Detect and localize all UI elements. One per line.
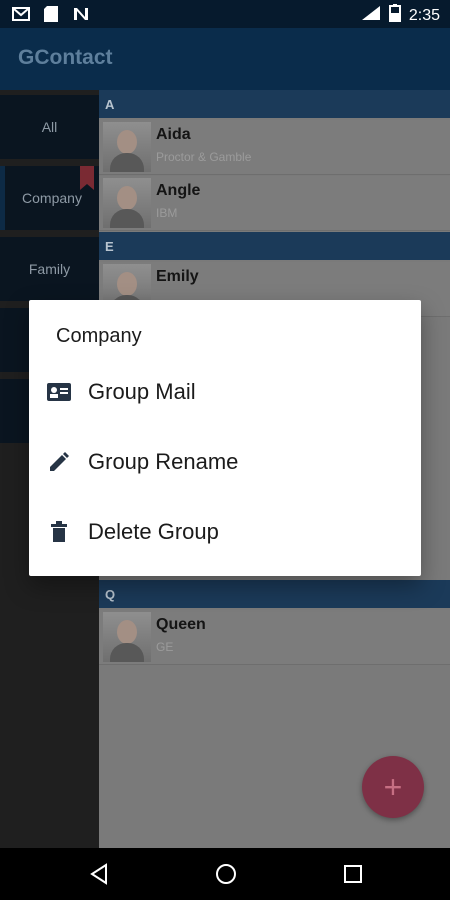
menu-label: Group Rename — [88, 449, 239, 474]
menu-label: Delete Group — [88, 519, 219, 544]
section-header: Q — [99, 580, 450, 608]
n-icon — [72, 6, 90, 22]
gmail-icon — [12, 6, 30, 22]
contact-company: Proctor & Gamble — [156, 150, 252, 164]
battery-icon — [388, 4, 401, 27]
sidebar-item-company[interactable]: Company — [0, 166, 99, 230]
recents-icon[interactable] — [341, 862, 365, 886]
avatar — [103, 178, 151, 228]
contact-row-angle[interactable]: Angle IBM — [99, 176, 450, 231]
avatar — [103, 612, 151, 662]
contact-card-icon — [45, 380, 73, 404]
delete-group-option[interactable]: Delete Group — [29, 498, 421, 568]
contact-name: Aida — [156, 126, 191, 143]
sidebar-item-family[interactable]: Family — [0, 237, 99, 301]
app-bar: GContact — [0, 28, 450, 90]
home-icon[interactable] — [214, 862, 238, 886]
status-bar: 2:35 — [0, 0, 450, 28]
trash-icon — [45, 520, 73, 544]
avatar — [103, 122, 151, 172]
contact-company: IBM — [156, 206, 178, 220]
contact-row-aida[interactable]: Aida Proctor & Gamble — [99, 120, 450, 175]
sidebar-item-label: Company — [22, 190, 82, 206]
contact-name: Emily — [156, 268, 199, 285]
group-options-dialog: Company Group Mail Group Rename Delete G… — [29, 300, 421, 576]
section-header: E — [99, 232, 450, 260]
add-contact-button[interactable]: + — [362, 756, 424, 818]
sidebar-item-all[interactable]: All — [0, 95, 99, 159]
contact-company: GE — [156, 640, 174, 654]
group-rename-option[interactable]: Group Rename — [29, 428, 421, 498]
group-mail-option[interactable]: Group Mail — [29, 358, 421, 428]
menu-label: Group Mail — [88, 379, 196, 404]
sidebar-item-label: All — [41, 119, 58, 135]
plus-icon: + — [383, 768, 403, 805]
bookmark-icon — [80, 166, 94, 190]
status-time: 2:35 — [408, 6, 440, 24]
section-letter: A — [105, 97, 115, 112]
section-letter: Q — [105, 587, 116, 602]
back-icon[interactable] — [87, 862, 111, 886]
sidebar-item-label: Family — [28, 261, 71, 277]
status-icons-left — [12, 6, 90, 22]
signal-icon — [361, 5, 381, 26]
status-icons-right: 2:35 — [361, 4, 440, 27]
sd-card-icon — [42, 6, 60, 22]
contact-name: Angle — [156, 182, 201, 199]
app-title: GContact — [18, 46, 113, 69]
section-header: A — [99, 90, 450, 118]
contact-name: Queen — [156, 616, 206, 633]
contact-row-queen[interactable]: Queen GE — [99, 610, 450, 665]
dialog-title: Company — [56, 325, 142, 347]
pencil-icon — [45, 450, 73, 474]
section-letter: E — [105, 239, 114, 254]
navigation-bar — [0, 848, 450, 900]
